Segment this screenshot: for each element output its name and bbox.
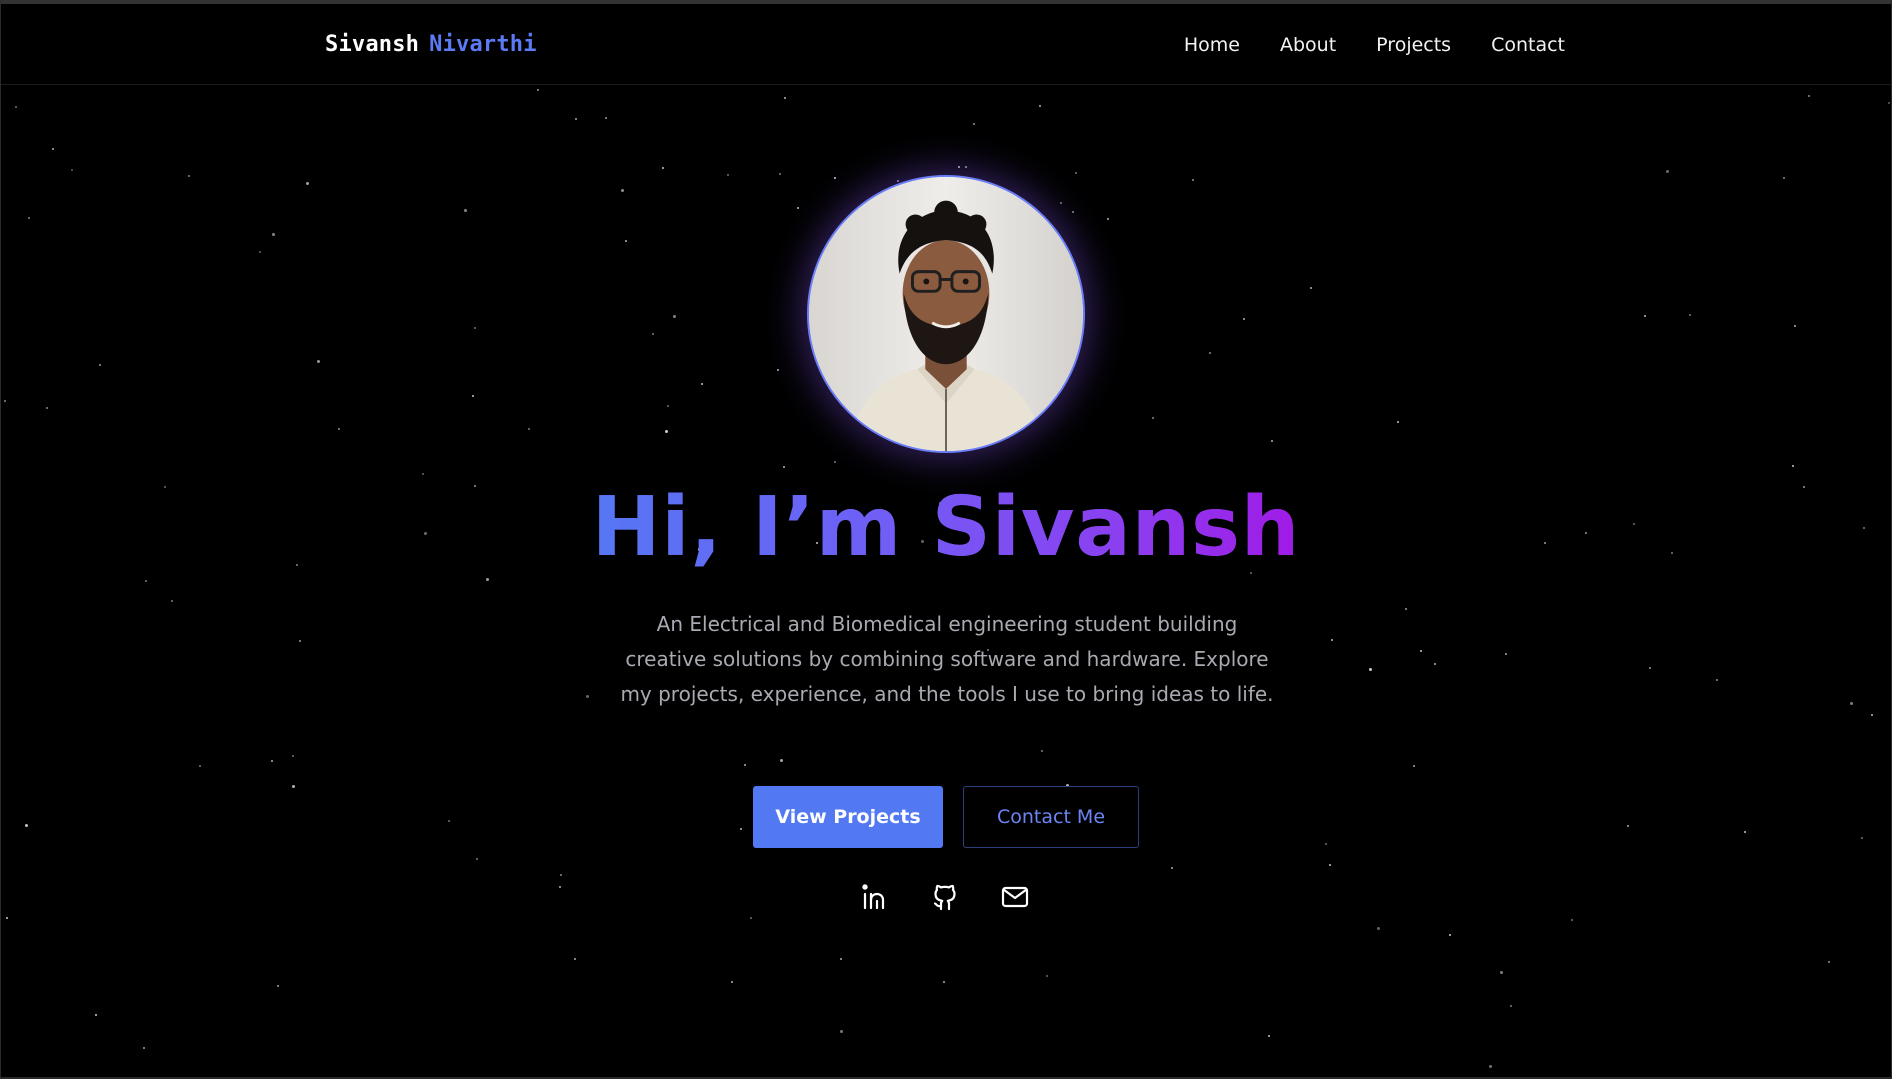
mail-icon bbox=[1001, 886, 1029, 908]
profile-photo bbox=[807, 175, 1085, 453]
hero-intro-text: An Electrical and Biomedical engineering… bbox=[620, 612, 1274, 706]
hero-section: Hi, I’m Sivansh An Electrical and Biomed… bbox=[1, 4, 1891, 1077]
hero-headline: Hi, I’m Sivansh bbox=[1, 478, 1891, 578]
linkedin-icon bbox=[862, 884, 885, 910]
github-icon bbox=[933, 884, 956, 911]
view-projects-button[interactable]: View Projects bbox=[753, 786, 943, 848]
hero-headline-text: Hi, I’m Sivansh bbox=[592, 478, 1301, 578]
social-links bbox=[859, 881, 1031, 913]
github-link[interactable] bbox=[929, 881, 961, 913]
hero-actions: View Projects Contact Me bbox=[753, 786, 1139, 848]
contact-me-button[interactable]: Contact Me bbox=[963, 786, 1139, 848]
email-link[interactable] bbox=[999, 881, 1031, 913]
browser-viewport: Sivansh Nivarthi Home About Projects Cont… bbox=[0, 0, 1892, 1079]
linkedin-link[interactable] bbox=[859, 881, 891, 913]
profile-portrait-illustration bbox=[809, 177, 1083, 451]
